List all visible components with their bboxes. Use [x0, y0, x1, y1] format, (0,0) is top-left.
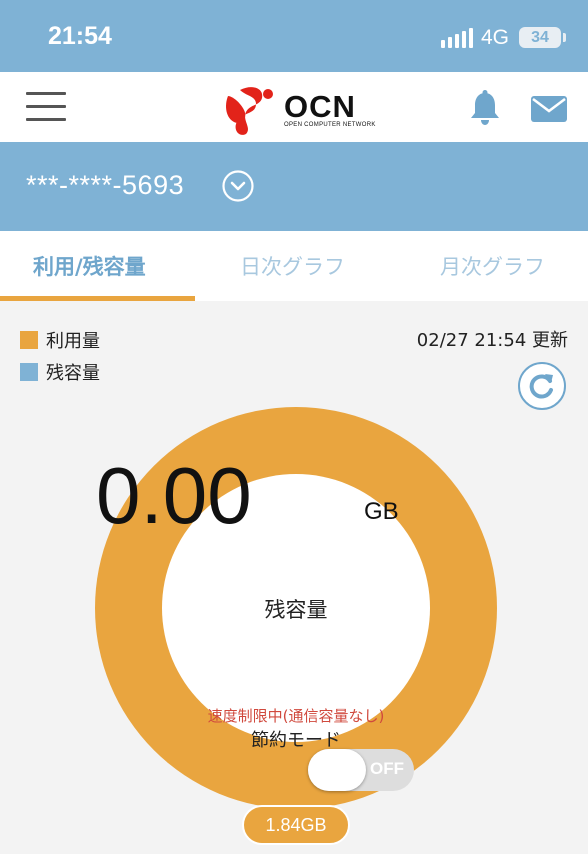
speed-limit-warning: 速度制限中(通信容量なし): [207, 707, 385, 725]
status-time: 21:54: [48, 22, 112, 50]
status-bar: 21:54 4G 34: [0, 0, 588, 72]
refresh-icon[interactable]: [517, 361, 567, 411]
ocn-logo: OCN OPEN COMPUTER NETWORK: [222, 84, 376, 136]
ocn-logo-mark: [226, 87, 273, 135]
remaining-label: 残容量: [264, 598, 328, 622]
tab-usage-remaining[interactable]: 利用/残容量: [33, 251, 146, 281]
logo-text: OCN: [284, 89, 356, 124]
mail-icon[interactable]: [531, 96, 567, 122]
usage-panel: 利用量 残容量 02/27 21:54 更新 残容量 速度制限中(通信容量なし)…: [0, 301, 588, 854]
saving-mode-toggle[interactable]: OFF: [308, 749, 414, 791]
legend-swatch-remaining: [20, 363, 38, 381]
network-type: 4G: [481, 26, 510, 49]
tab-monthly-graph[interactable]: 月次グラフ: [440, 251, 545, 281]
bell-icon[interactable]: [468, 90, 502, 126]
logo-subtext: OPEN COMPUTER NETWORK: [284, 122, 376, 128]
legend-label-used: 利用量: [46, 331, 100, 352]
account-selector[interactable]: ***-****-5693: [0, 142, 588, 231]
legend-used: 利用量: [20, 327, 100, 353]
chevron-down-circle-icon[interactable]: [222, 170, 254, 202]
remaining-unit: GB: [364, 498, 399, 525]
tab-bar: 利用/残容量 日次グラフ 月次グラフ: [0, 231, 588, 301]
battery-icon: 34: [519, 27, 566, 48]
remaining-value: 0.00: [96, 451, 252, 540]
legend-label-remaining: 残容量: [46, 363, 100, 384]
updated-timestamp: 02/27 21:54 更新: [416, 330, 568, 351]
menu-icon[interactable]: [26, 90, 66, 122]
legend-remaining: 残容量: [20, 359, 100, 385]
signal-icon: [441, 28, 473, 48]
legend-swatch-used: [20, 331, 38, 349]
tab-daily-graph[interactable]: 日次グラフ: [240, 251, 345, 281]
account-number: ***-****-5693: [26, 170, 185, 200]
used-amount-badge: 1.84GB: [242, 805, 350, 845]
toggle-knob[interactable]: [308, 749, 366, 791]
app-header: OCN OPEN COMPUTER NETWORK: [0, 72, 588, 142]
toggle-state: OFF: [370, 759, 404, 778]
